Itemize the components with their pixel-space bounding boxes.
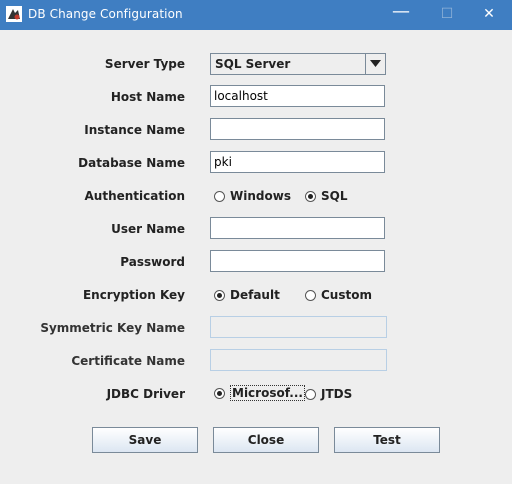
- window-title: DB Change Configuration: [28, 7, 183, 21]
- radio-unselected-icon: [305, 290, 316, 301]
- test-button[interactable]: Test: [334, 427, 440, 453]
- radio-selected-icon: [214, 388, 225, 399]
- minimize-button[interactable]: —: [378, 0, 424, 30]
- radio-selected-icon: [214, 290, 225, 301]
- user-name-field[interactable]: [210, 217, 385, 239]
- close-window-button[interactable]: ✕: [466, 0, 512, 30]
- encryption-key-label: Encryption Key: [82, 288, 185, 302]
- jdbc-microsoft-radio[interactable]: Microsof...: [214, 385, 305, 401]
- server-type-value: SQL Server: [215, 57, 291, 71]
- dialog-content: Server Type SQL Server Host Name Instanc…: [0, 30, 512, 484]
- authentication-label: Authentication: [84, 189, 186, 203]
- symmetric-key-name-field: [210, 316, 387, 338]
- save-button[interactable]: Save: [92, 427, 198, 453]
- auth-sql-radio[interactable]: SQL: [305, 189, 348, 203]
- close-button[interactable]: Close: [213, 427, 319, 453]
- password-field[interactable]: [210, 250, 385, 272]
- database-name-label: Database Name: [78, 156, 185, 170]
- title-bar: DB Change Configuration — ☐ ✕: [0, 0, 512, 30]
- user-name-label: User Name: [111, 222, 185, 236]
- chevron-down-icon[interactable]: [365, 54, 385, 74]
- password-label: Password: [120, 255, 185, 269]
- encryption-default-radio[interactable]: Default: [214, 288, 280, 302]
- jdbc-jtds-radio[interactable]: JTDS: [305, 387, 352, 401]
- instance-name-label: Instance Name: [84, 123, 185, 137]
- radio-selected-icon: [305, 191, 316, 202]
- jdbc-driver-label: JDBC Driver: [106, 387, 185, 401]
- host-name-field[interactable]: [210, 85, 385, 107]
- radio-unselected-icon: [305, 389, 316, 400]
- certificate-name-label: Certificate Name: [71, 354, 185, 368]
- symmetric-key-name-label: Symmetric Key Name: [40, 321, 185, 335]
- database-name-field[interactable]: [210, 151, 385, 173]
- server-type-combo[interactable]: SQL Server: [210, 53, 386, 75]
- encryption-custom-radio[interactable]: Custom: [305, 288, 372, 302]
- maximize-button[interactable]: ☐: [424, 0, 470, 30]
- server-type-label: Server Type: [104, 57, 185, 71]
- app-icon: [6, 6, 22, 22]
- radio-unselected-icon: [214, 191, 225, 202]
- certificate-name-field: [210, 349, 387, 371]
- instance-name-field[interactable]: [210, 118, 385, 140]
- auth-windows-radio[interactable]: Windows: [214, 189, 291, 203]
- host-name-label: Host Name: [110, 90, 185, 104]
